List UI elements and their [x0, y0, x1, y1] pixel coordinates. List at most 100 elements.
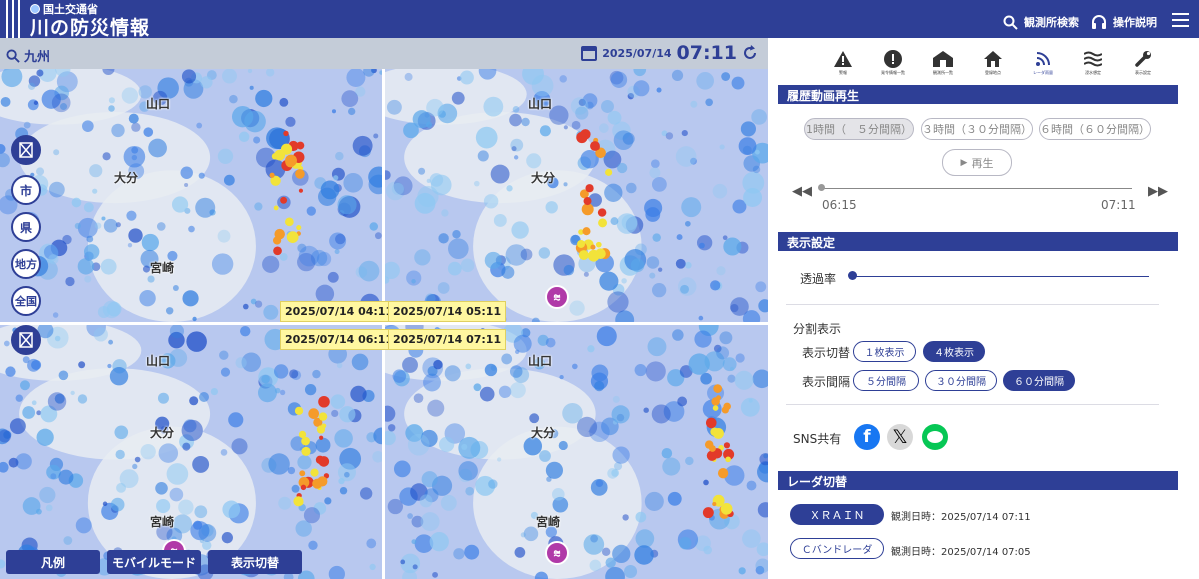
opacity-track[interactable]: [852, 276, 1149, 277]
single-view-button[interactable]: １枚表示: [853, 341, 916, 362]
panel-time-label: 2025/07/14 06:11: [280, 329, 399, 350]
place-label: 大分: [114, 171, 139, 185]
fast-forward-icon[interactable]: ▶▶: [1148, 184, 1168, 199]
place-label: 大分: [150, 426, 175, 440]
place-label: 宮崎: [150, 261, 175, 275]
range-1h-button[interactable]: 1時間（ ５分間隔）: [804, 118, 914, 140]
radar-panel-4[interactable]: [385, 325, 768, 579]
rewind-icon[interactable]: ◀◀: [792, 184, 812, 199]
hamburger-menu-icon[interactable]: [1172, 13, 1189, 27]
observation-clock: 07:11: [676, 42, 737, 64]
help-button[interactable]: 操作説明: [1091, 14, 1157, 30]
radar-panel-3[interactable]: [0, 325, 382, 579]
legend-button[interactable]: 凡例: [6, 550, 100, 574]
app-title[interactable]: 川の防災情報: [30, 13, 150, 40]
display-section-title: 表示設定: [778, 232, 1178, 251]
panel-time-label: 2025/07/14 04:11: [280, 301, 399, 322]
dam-marker-icon[interactable]: ⩬: [545, 541, 569, 565]
home-icon: [983, 50, 1003, 68]
headset-icon: [1092, 15, 1106, 29]
place-label: 山口: [146, 354, 171, 368]
nav-alert-list[interactable]: 発令情報一覧: [868, 50, 918, 76]
nav-settings[interactable]: 表示設定: [1118, 50, 1168, 76]
divider: [786, 304, 1159, 305]
panel-time-label: 2025/07/14 07:11: [388, 329, 507, 350]
radar-texture: [0, 69, 382, 322]
display-switch-label: 表示切替: [802, 346, 851, 360]
playback-knob[interactable]: [818, 184, 825, 191]
nav-radar-rainfall[interactable]: レーダ雨量: [1018, 50, 1068, 76]
observation-time: 2025/07/14 07:11: [581, 42, 758, 64]
layer-toggle-icon[interactable]: [11, 135, 41, 165]
radar-texture: [385, 69, 768, 322]
playback-end-time: 07:11: [1101, 198, 1136, 212]
zoom-city-button[interactable]: 市: [11, 175, 41, 205]
warning-icon: [833, 50, 853, 68]
interval-5min-button[interactable]: ５分間隔: [853, 370, 919, 391]
nav-icon-bar: 警報 発令情報一覧 観測所一覧 登録地点 レーダ雨量 浸水想定 表示設定: [818, 50, 1168, 76]
range-6h-button[interactable]: ６時間（６０分間隔）: [1039, 118, 1151, 140]
radar-panel-1[interactable]: [0, 69, 382, 322]
radar-section-title: レーダ切替: [778, 471, 1178, 490]
nav-flood-map[interactable]: 浸水想定: [1068, 50, 1118, 76]
mobile-mode-button[interactable]: モバイルモード: [107, 550, 201, 574]
search-icon: [6, 48, 20, 63]
opacity-label: 透過率: [800, 272, 837, 286]
range-3h-button[interactable]: ３時間（３０分間隔）: [921, 118, 1033, 140]
xrain-button[interactable]: ＸＲＡＩＮ: [790, 504, 884, 525]
station-search-button[interactable]: 観測所検索: [1003, 14, 1079, 30]
radar-texture: [0, 325, 382, 579]
wrench-icon: [1133, 50, 1153, 68]
play-button[interactable]: ▶ 再生: [942, 149, 1012, 176]
interval-30min-button[interactable]: ３０分間隔: [925, 370, 997, 391]
cband-observation-time: 観測日時：2025/07/14 07:05: [891, 547, 1031, 558]
region-selector[interactable]: 九州: [6, 46, 50, 65]
dam-marker-icon[interactable]: ⩬: [545, 285, 569, 309]
alert-icon: [883, 50, 903, 68]
radar-icon: [1033, 50, 1053, 68]
nav-warning[interactable]: 警報: [818, 50, 868, 76]
zoom-nationwide-button[interactable]: 全国: [11, 286, 41, 316]
place-label: 宮崎: [536, 515, 561, 529]
split-display-label: 分割表示: [793, 322, 842, 336]
place-label: 山口: [528, 354, 553, 368]
layer-toggle-icon[interactable]: [11, 325, 41, 355]
search-icon: [1003, 15, 1018, 30]
x-twitter-icon[interactable]: 𝕏: [887, 424, 913, 450]
playback-start-time: 06:15: [822, 198, 857, 212]
radar-texture: [385, 325, 768, 579]
line-icon[interactable]: [922, 424, 948, 450]
display-interval-label: 表示間隔: [802, 375, 851, 389]
observation-date: 2025/07/14: [602, 46, 672, 60]
quad-view-button[interactable]: ４枚表示: [923, 341, 985, 362]
nav-station-list[interactable]: 観測所一覧: [918, 50, 968, 76]
opacity-knob[interactable]: [848, 271, 857, 280]
nav-registered-points[interactable]: 登録地点: [968, 50, 1018, 76]
line-bubble-icon: [927, 431, 943, 443]
place-label: 山口: [146, 97, 171, 111]
facebook-icon[interactable]: f: [854, 424, 880, 450]
place-label: 大分: [531, 426, 556, 440]
radar-panel-2[interactable]: [385, 69, 768, 322]
place-label: 山口: [528, 97, 553, 111]
station-icon: [933, 50, 953, 68]
calendar-icon[interactable]: [581, 45, 598, 61]
cband-button[interactable]: Ｃバンドレーダ: [790, 538, 884, 559]
map-toolbar: 九州 2025/07/14 07:11: [0, 38, 768, 69]
divider: [786, 404, 1159, 405]
radar-map-area[interactable]: 2025/07/14 04:11 2025/07/14 05:11 2025/0…: [0, 69, 768, 579]
zoom-prefecture-button[interactable]: 県: [11, 212, 41, 242]
history-section-title: 履歴動画再生: [778, 85, 1178, 104]
playback-track[interactable]: [822, 188, 1132, 189]
logo-bars: [6, 0, 20, 38]
app-header: 国土交通省 川の防災情報 観測所検索 操作説明: [0, 0, 1199, 40]
refresh-icon[interactable]: [742, 45, 758, 61]
xrain-observation-time: 観測日時：2025/07/14 07:11: [891, 512, 1031, 523]
sns-share-label: SNS共有: [793, 432, 842, 446]
interval-60min-button[interactable]: ６０分間隔: [1003, 370, 1075, 391]
display-switch-button[interactable]: 表示切替: [208, 550, 302, 574]
play-icon: ▶: [960, 157, 968, 168]
zoom-region-button[interactable]: 地方: [11, 249, 41, 279]
place-label: 大分: [531, 171, 556, 185]
wave-icon: [1083, 50, 1103, 68]
